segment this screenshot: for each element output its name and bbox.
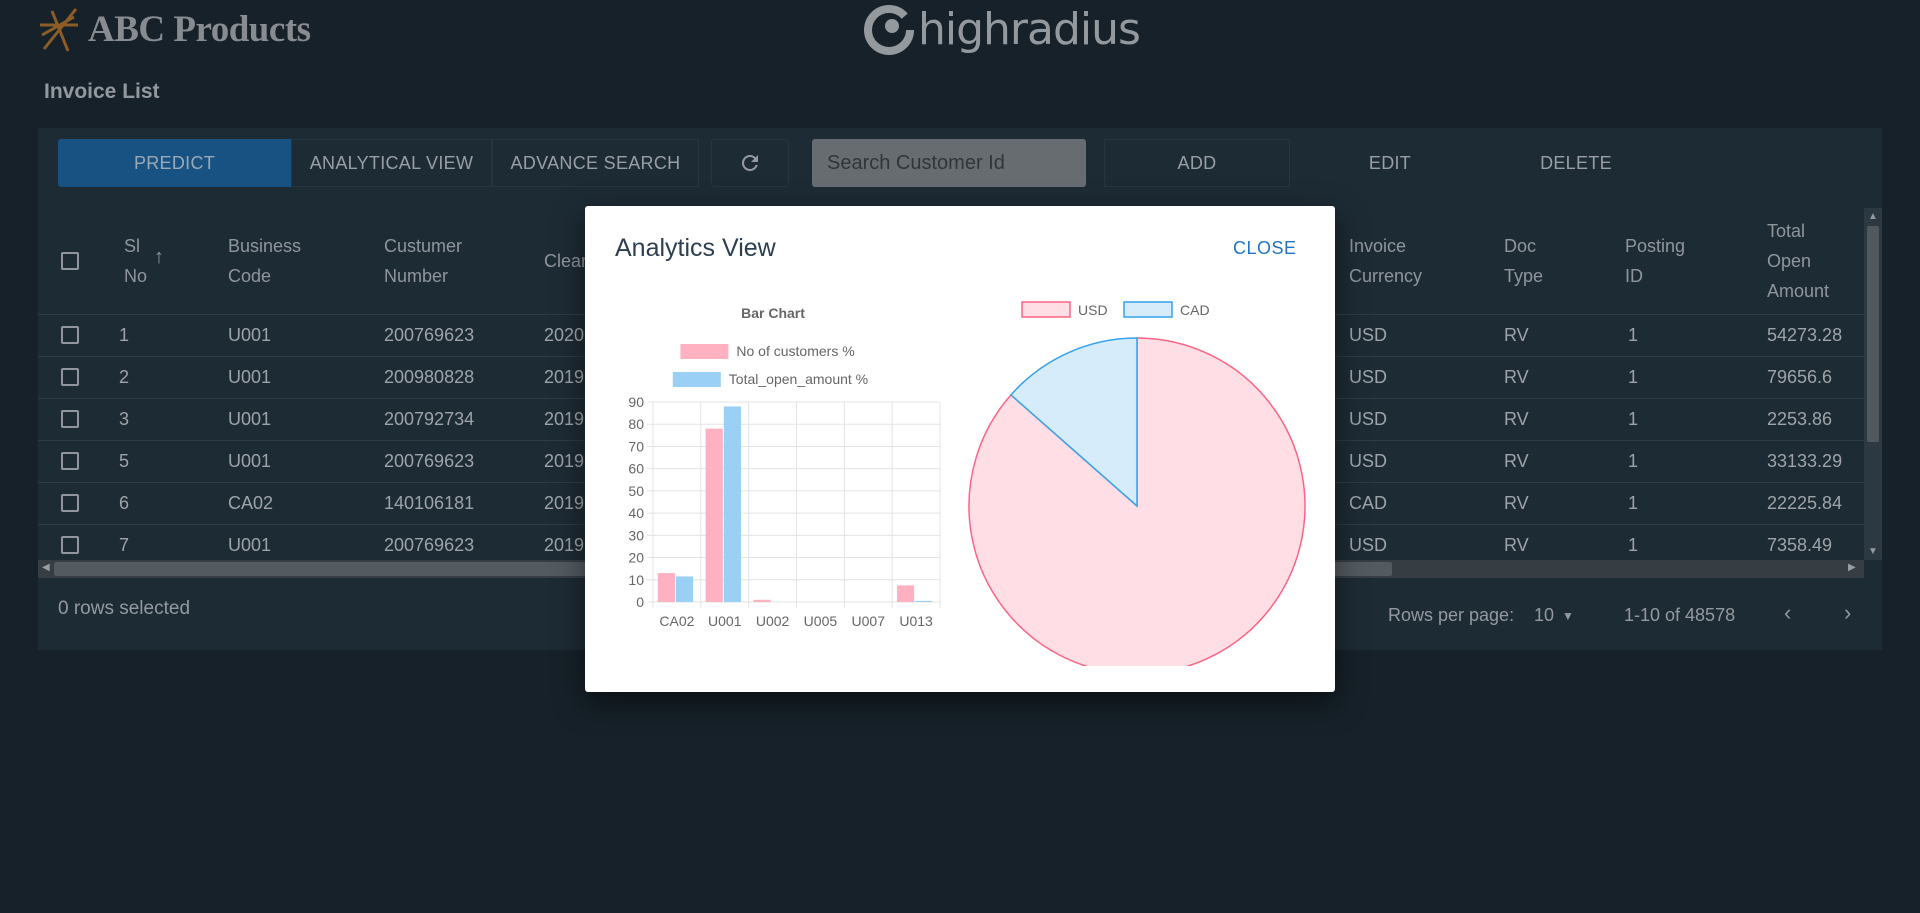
x-tick-label: U007	[852, 613, 886, 629]
close-button[interactable]: CLOSE	[1233, 238, 1297, 259]
legend-label: Total_open_amount %	[729, 371, 868, 387]
bar	[723, 406, 741, 602]
y-tick-label: 0	[636, 594, 644, 610]
chart-title: Bar Chart	[741, 305, 805, 321]
y-tick-label: 60	[628, 461, 644, 477]
y-tick-label: 70	[628, 438, 644, 454]
y-tick-label: 10	[628, 572, 644, 588]
bar	[705, 428, 723, 602]
bar	[675, 576, 694, 602]
dialog-title: Analytics View	[615, 234, 776, 262]
analytics-view-dialog: Analytics View CLOSE Bar Chart No of cust…	[585, 206, 1335, 692]
x-tick-label: U002	[756, 613, 790, 629]
y-tick-label: 90	[628, 394, 644, 410]
bar	[657, 573, 675, 602]
legend-swatch	[1021, 301, 1071, 318]
bar	[753, 599, 771, 602]
legend-label: USD	[1078, 302, 1108, 318]
x-tick-label: U013	[899, 613, 933, 629]
y-tick-label: 80	[628, 416, 644, 432]
legend-swatch	[1123, 301, 1173, 318]
bar	[896, 585, 915, 602]
bar-chart: Bar Chart No of customers % Total_open_amo…	[628, 305, 941, 629]
bar	[915, 600, 933, 602]
y-tick-label: 40	[628, 505, 644, 521]
pie-chart: USD CAD	[968, 301, 1306, 666]
legend-swatch	[672, 372, 721, 387]
x-tick-label: U001	[708, 613, 742, 629]
legend-label: CAD	[1180, 302, 1210, 318]
legend-label: No of customers %	[736, 343, 854, 359]
y-tick-label: 50	[628, 483, 644, 499]
legend-swatch	[680, 344, 729, 359]
x-tick-label: CA02	[659, 613, 694, 629]
x-tick-label: U005	[804, 613, 838, 629]
y-tick-label: 30	[628, 527, 644, 543]
y-tick-label: 20	[628, 550, 644, 566]
